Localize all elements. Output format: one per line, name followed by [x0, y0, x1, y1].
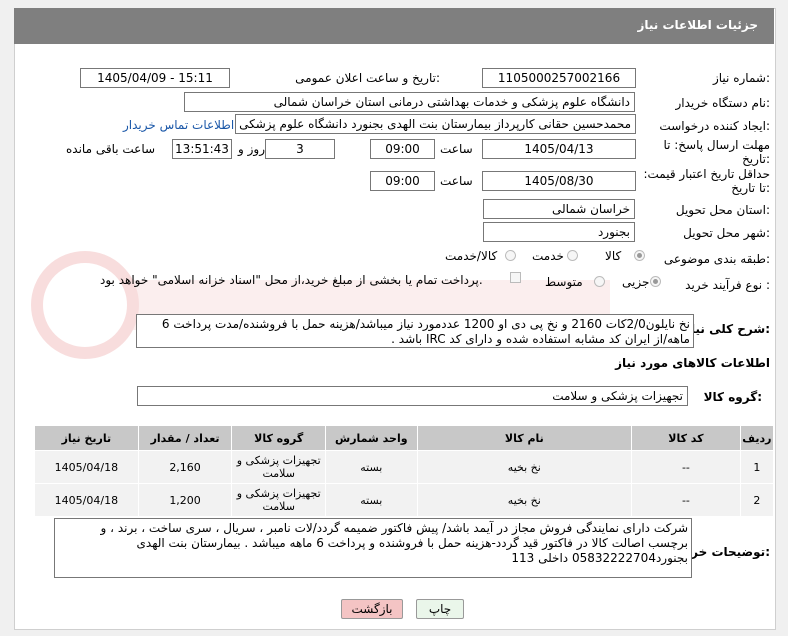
cell-code: --: [631, 450, 741, 484]
validity-label: حداقل تاریخ اعتبار قیمت: تا تاریخ:: [643, 167, 770, 195]
cell-unit: بسته: [325, 483, 418, 517]
page-header: جزئیات اطلاعات نیاز: [14, 8, 774, 44]
back-button[interactable]: بازگشت: [341, 599, 403, 619]
process-label: نوع فرآیند خرید :: [685, 278, 770, 292]
buyer-notes-field[interactable]: شرکت دارای نمایندگی فروش مجاز در آیمد با…: [54, 518, 692, 578]
goods-group-label: گروه کالا:: [703, 390, 762, 404]
days-field[interactable]: 3: [265, 139, 335, 159]
remaining-label: ساعت باقی مانده: [66, 142, 156, 156]
days-label: روز و: [238, 142, 265, 156]
category-radio-both[interactable]: [505, 250, 516, 261]
province-label: استان محل تحویل:: [675, 203, 770, 217]
process-option-minor: جزیی: [622, 275, 650, 289]
buyer-org-field[interactable]: دانشگاه علوم پزشکی و خدمات بهداشتی درمان…: [184, 92, 635, 112]
process-radio-medium[interactable]: [594, 276, 605, 287]
col-unit: واحد شمارش: [325, 425, 418, 451]
col-qty: تعداد / مقدار: [137, 425, 233, 451]
category-option-goods: کالا: [605, 249, 622, 263]
deadline-time-label: ساعت: [440, 142, 473, 156]
col-code: کد کالا: [631, 425, 741, 451]
category-label: طبقه بندی موضوعی:: [663, 252, 770, 266]
need-number-label: شماره نیاز:: [712, 71, 770, 85]
process-option-medium: متوسط: [545, 275, 583, 289]
contact-link[interactable]: اطلاعات تماس خریدار: [123, 118, 234, 132]
payment-checkbox[interactable]: [510, 272, 521, 283]
cell-qty: 2,160: [137, 450, 233, 484]
print-button[interactable]: چاپ: [416, 599, 464, 619]
cell-qty: 1,200: [137, 483, 233, 517]
deadline-date-field[interactable]: 1405/04/13: [482, 139, 636, 159]
description-field[interactable]: نخ نایلون2/0کات 2160 و نخ پی دی او 1200 …: [136, 314, 694, 348]
announce-label: تاریخ و ساعت اعلان عمومی:: [295, 71, 440, 85]
page-title: جزئیات اطلاعات نیاز: [637, 18, 758, 32]
process-radio-minor[interactable]: [650, 276, 661, 287]
city-field[interactable]: بجنورد: [483, 222, 635, 242]
province-field[interactable]: خراسان شمالی: [483, 199, 635, 219]
deadline-time-field[interactable]: 09:00: [370, 139, 435, 159]
cell-name: نخ بخیه: [416, 483, 633, 517]
cell-date: 1405/04/18: [34, 450, 139, 484]
col-name: نام کالا: [416, 425, 633, 451]
table-row[interactable]: 2 -- نخ بخیه بسته تجهیزات پزشکی و سلامت …: [34, 483, 775, 517]
cell-date: 1405/04/18: [34, 483, 139, 517]
cell-row: 2: [739, 483, 775, 517]
cell-code: --: [631, 483, 741, 517]
creator-label: ایجاد کننده درخواست:: [659, 119, 770, 133]
description-label: شرح کلی نیاز:: [684, 322, 770, 336]
need-number-field[interactable]: 1105000257002166: [482, 68, 636, 88]
goods-info-title: اطلاعات کالاهای مورد نیاز: [615, 356, 770, 370]
announce-field[interactable]: 1405/04/09 - 15:11: [80, 68, 230, 88]
col-group: گروه کالا: [231, 425, 326, 451]
cell-name: نخ بخیه: [416, 450, 633, 484]
cell-group: تجهیزات پزشکی و سلامت: [231, 450, 326, 484]
validity-time-field[interactable]: 09:00: [370, 171, 435, 191]
category-option-both: کالا/خدمت: [445, 249, 498, 263]
validity-date-field[interactable]: 1405/08/30: [482, 171, 636, 191]
deadline-label: مهلت ارسال پاسخ: تا تاریخ:: [663, 138, 770, 166]
creator-field[interactable]: محمدحسین حقانی کارپرداز بیمارستان بنت ال…: [235, 114, 636, 134]
cell-unit: بسته: [325, 450, 418, 484]
buyer-org-label: نام دستگاه خریدار:: [675, 96, 771, 110]
col-row: ردیف: [739, 425, 775, 451]
goods-table: ردیف کد کالا نام کالا واحد شمارش گروه کا…: [34, 425, 775, 517]
table-row[interactable]: 1 -- نخ بخیه بسته تجهیزات پزشکی و سلامت …: [34, 450, 775, 484]
table-header-row: ردیف کد کالا نام کالا واحد شمارش گروه کا…: [34, 425, 775, 451]
remaining-time-field[interactable]: 13:51:43: [172, 139, 232, 159]
city-label: شهر محل تحویل:: [683, 226, 770, 240]
cell-row: 1: [739, 450, 775, 484]
validity-time-label: ساعت: [440, 174, 473, 188]
cell-group: تجهیزات پزشکی و سلامت: [231, 483, 326, 517]
category-radio-goods[interactable]: [634, 250, 645, 261]
col-date: تاریخ نیاز: [34, 425, 139, 451]
goods-group-field[interactable]: تجهیزات پزشکی و سلامت: [137, 386, 688, 406]
category-radio-service[interactable]: [567, 250, 578, 261]
category-option-service: خدمت: [532, 249, 564, 263]
payment-note: پرداخت تمام یا بخشی از مبلغ خرید،از محل …: [100, 273, 483, 287]
